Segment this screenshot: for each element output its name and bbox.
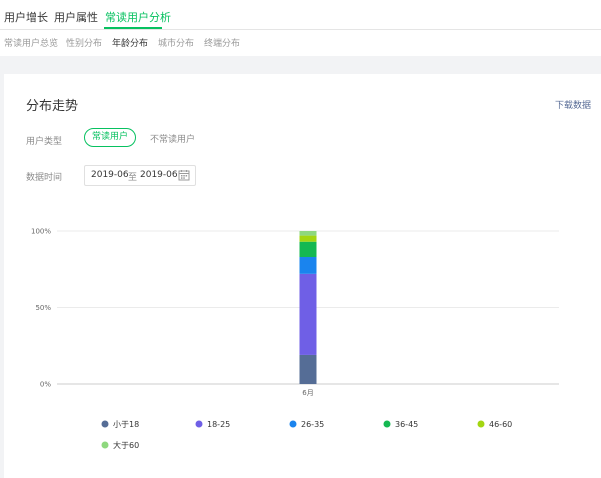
subtab-device[interactable]: 终端分布 (204, 36, 240, 49)
subtab-gender[interactable]: 性别分布 (66, 36, 102, 49)
y-tick-label: 0% (40, 381, 51, 389)
legend-label: 小于18 (113, 420, 139, 429)
y-tick-label: 100% (31, 228, 51, 236)
legend-swatch (383, 420, 391, 428)
legend-label: 36-45 (395, 420, 418, 429)
tab-user-growth[interactable]: 用户增长 (4, 9, 48, 25)
legend-item[interactable]: 18-25 (195, 420, 231, 429)
subtab-city[interactable]: 城市分布 (158, 36, 194, 49)
bar-segment[interactable] (299, 354, 317, 384)
legend-label: 46-60 (489, 420, 512, 429)
legend-item[interactable]: 小于18 (101, 420, 140, 429)
tab-user-attributes[interactable]: 用户属性 (54, 9, 98, 25)
distribution-card: 分布走势 下载数据 用户类型 常读用户 不常读用户 数据时间 2019-06 至… (4, 74, 601, 478)
y-tick-label: 50% (35, 304, 51, 312)
subtab-age[interactable]: 年龄分布 (112, 36, 148, 49)
bar-segment[interactable] (299, 231, 317, 236)
age-distribution-chart: 100% 50% 0% 6月 小于18 18-25 26-35 36-45 46-60 大于60 (31, 228, 559, 450)
subtab-overview[interactable]: 常读用户总览 (4, 36, 58, 49)
main-tabs: 用户增长 用户属性 常读用户分析 (0, 0, 601, 30)
legend-swatch (477, 420, 485, 428)
legend-item[interactable]: 26-35 (289, 420, 325, 429)
legend-label: 26-35 (301, 420, 324, 429)
legend-swatch (101, 420, 109, 428)
legend-label: 大于60 (113, 440, 139, 450)
legend-swatch (195, 420, 203, 428)
active-tab-underline (104, 27, 162, 29)
bar-segment[interactable] (299, 257, 317, 274)
legend-item[interactable]: 36-45 (383, 420, 419, 429)
bar-segment[interactable] (299, 241, 317, 258)
bar-segment[interactable] (299, 235, 317, 242)
legend-item[interactable]: 46-60 (477, 420, 513, 429)
legend-swatch (289, 420, 297, 428)
legend-item[interactable]: 大于60 (101, 440, 140, 450)
x-tick-label: 6月 (302, 389, 313, 397)
tab-frequent-reader-analysis[interactable]: 常读用户分析 (105, 9, 171, 25)
bar-segment[interactable] (299, 273, 317, 355)
legend-label: 18-25 (207, 420, 230, 429)
top-navigation: 用户增长 用户属性 常读用户分析 常读用户总览 性别分布 年龄分布 城市分布 终… (0, 0, 601, 56)
legend-swatch (101, 441, 109, 449)
